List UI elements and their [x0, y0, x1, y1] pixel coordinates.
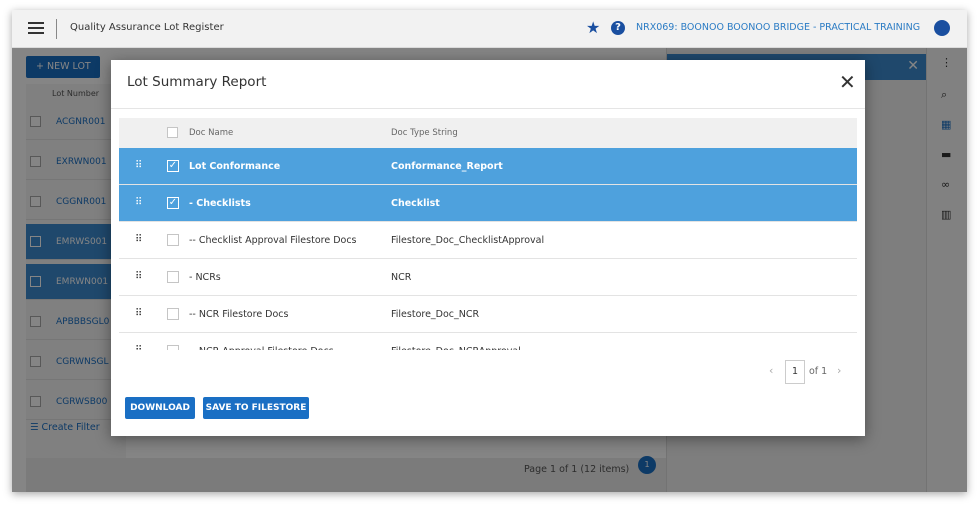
top-bar: Quality Assurance Lot Register ★ ? NRX06…: [12, 10, 967, 48]
table-row[interactable]: ⠿ ✓ - Checklists Checklist: [119, 185, 857, 222]
drag-handle-icon[interactable]: ⠿: [135, 234, 142, 246]
table-header: Doc Name Doc Type String: [119, 118, 857, 148]
drag-handle-icon[interactable]: ⠿: [135, 160, 142, 172]
doc-type: Checklist: [391, 198, 440, 209]
doc-name-header: Doc Name: [189, 128, 234, 138]
table-row[interactable]: ⠿ ✓ Lot Conformance Conformance_Report: [119, 148, 857, 185]
menu-icon[interactable]: [28, 22, 44, 34]
row-checkbox[interactable]: [167, 271, 179, 283]
app-window: Quality Assurance Lot Register ★ ? NRX06…: [12, 10, 967, 492]
doc-name: -- Checklist Approval Filestore Docs: [189, 235, 357, 246]
page-of-label: of 1: [809, 366, 828, 377]
doc-type: Filestore_Doc_ChecklistApproval: [391, 235, 545, 246]
close-icon[interactable]: ✕: [839, 72, 856, 92]
download-button[interactable]: DOWNLOAD: [125, 397, 195, 419]
project-name[interactable]: NRX069: BOONOO BOONOO BRIDGE - PRACTICAL…: [636, 22, 920, 33]
select-all-checkbox[interactable]: [167, 127, 178, 138]
user-icon[interactable]: [934, 20, 950, 36]
divider: [56, 19, 57, 39]
doc-table: Doc Name Doc Type String ⠿ ✓ Lot Conforman…: [119, 118, 857, 350]
lot-summary-modal: Lot Summary Report ✕ Doc Name Doc Type S…: [111, 60, 865, 436]
row-checkbox[interactable]: [167, 345, 179, 350]
modal-title: Lot Summary Report: [127, 74, 267, 90]
table-row[interactable]: ⠿ -- NCR Approval Filestore Docs Filestore…: [119, 333, 857, 350]
save-to-filestore-button[interactable]: SAVE TO FILESTORE: [203, 397, 309, 419]
doc-type: Conformance_Report: [391, 161, 503, 172]
app-title: Quality Assurance Lot Register: [70, 22, 224, 33]
row-checkbox[interactable]: ✓: [167, 160, 179, 172]
help-icon[interactable]: ?: [611, 21, 625, 35]
drag-handle-icon[interactable]: ⠿: [135, 197, 142, 209]
page-number-input[interactable]: 1: [785, 360, 805, 384]
chevron-left-icon[interactable]: ‹: [769, 364, 773, 377]
table-row[interactable]: ⠿ -- NCR Filestore Docs Filestore_Doc_NCR: [119, 296, 857, 333]
doc-name: - NCRs: [189, 272, 221, 283]
row-checkbox[interactable]: [167, 308, 179, 320]
drag-handle-icon[interactable]: ⠿: [135, 345, 142, 350]
doc-name: -- NCR Approval Filestore Docs: [189, 333, 334, 350]
drag-handle-icon[interactable]: ⠿: [135, 308, 142, 320]
row-checkbox[interactable]: [167, 234, 179, 246]
table-row[interactable]: ⠿ - NCRs NCR: [119, 259, 857, 296]
chevron-right-icon[interactable]: ›: [837, 364, 841, 377]
doc-type: Filestore_Doc_NCRApproval: [391, 333, 521, 350]
divider: [111, 108, 865, 109]
doc-type: Filestore_Doc_NCR: [391, 309, 480, 320]
favorite-icon[interactable]: ★: [586, 19, 600, 37]
doc-type: NCR: [391, 272, 412, 283]
doc-name: -- NCR Filestore Docs: [189, 309, 289, 320]
drag-handle-icon[interactable]: ⠿: [135, 271, 142, 283]
doc-type-header: Doc Type String: [391, 128, 458, 138]
table-row[interactable]: ⠿ -- Checklist Approval Filestore Docs Fil…: [119, 222, 857, 259]
doc-name: - Checklists: [189, 198, 251, 209]
doc-name: Lot Conformance: [189, 161, 281, 172]
row-checkbox[interactable]: ✓: [167, 197, 179, 209]
